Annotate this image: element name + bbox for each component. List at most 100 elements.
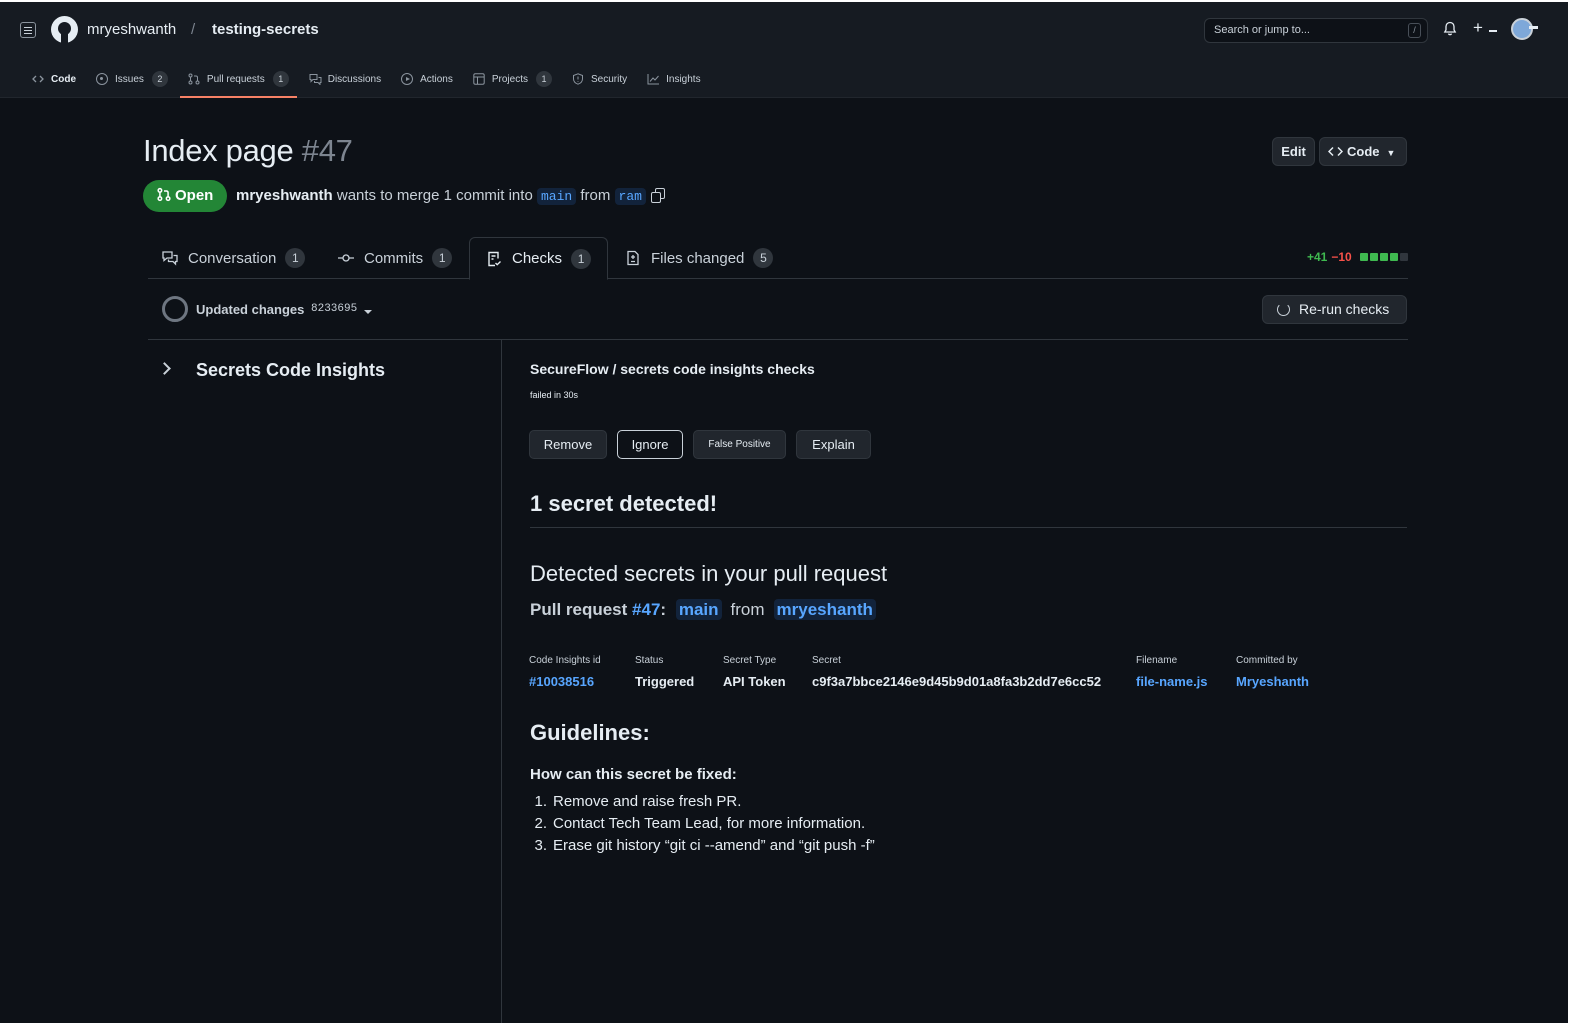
head-branch[interactable]: ram [614, 188, 646, 205]
repo-tab-label: Projects [491, 73, 528, 85]
copy-icon[interactable] [651, 188, 666, 204]
guidelines-list: 1. Remove and raise fresh PR. 2. Contact T… [530, 791, 875, 857]
discussions-icon [309, 73, 322, 86]
repo-tab-pull-requests[interactable]: Pull requests 1 [179, 68, 297, 98]
file-diff-icon [625, 250, 641, 266]
rerun-checks-button[interactable]: Re-run checks [1262, 295, 1407, 324]
breadcrumb-repo[interactable]: testing-secrets [212, 21, 319, 38]
search-shortcut-key: / [1408, 23, 1421, 38]
repo-tab-label: Actions [420, 73, 453, 85]
tab-conversation[interactable]: Conversation 1 [162, 237, 306, 279]
pr-author-link[interactable]: mryeshwanth [236, 187, 333, 204]
column-header: Secret Type [723, 655, 777, 666]
code-button-label: Code [1347, 144, 1380, 159]
tab-label: Checks [512, 250, 563, 267]
pr-number: #47 [301, 133, 353, 168]
list-item: 1. Remove and raise fresh PR. [534, 793, 742, 810]
repo-tab-label: Insights [666, 73, 701, 85]
from-text: from [580, 187, 611, 204]
pull-request-reference: Pull request #47: main from mryeshanth [530, 599, 881, 620]
repo-tab-issues[interactable]: Issues 2 [96, 68, 168, 90]
status-value: Triggered [635, 674, 695, 689]
column-header: Status [635, 655, 664, 666]
diff-block-added [1370, 253, 1378, 261]
remove-button[interactable]: Remove [529, 430, 607, 459]
guideline-text: Remove and raise fresh PR. [553, 793, 742, 810]
diff-block-added [1380, 253, 1388, 261]
menu-icon[interactable] [20, 22, 36, 38]
tab-commits[interactable]: Commits 1 [338, 237, 453, 279]
sync-icon [1277, 303, 1290, 316]
column-header: Secret [812, 655, 841, 666]
explain-button[interactable]: Explain [796, 430, 871, 459]
tab-label: Commits [364, 249, 424, 267]
tab-label: Conversation [188, 249, 277, 267]
repo-tab-actions[interactable]: Actions [401, 68, 453, 90]
search-input[interactable]: Search or jump to... / [1204, 18, 1428, 43]
repo-tab-code[interactable]: Code [32, 68, 76, 90]
code-icon [32, 73, 44, 85]
breadcrumb-owner[interactable]: mryeshwanth [87, 21, 176, 38]
chevron-down-icon: ▼ [1386, 148, 1396, 158]
repo-tab-count: 2 [151, 71, 168, 87]
github-logo-icon[interactable] [51, 16, 78, 43]
insight-id-link[interactable]: #10038516 [529, 674, 594, 689]
column-header: Filename [1136, 655, 1178, 666]
repo-tab-label: Code [51, 73, 76, 85]
pr-base-branch[interactable]: main [675, 599, 722, 620]
code-dropdown-button[interactable]: Code ▼ [1319, 137, 1407, 166]
pr-title-text: Index page [143, 133, 294, 168]
notifications-bell-icon[interactable] [1443, 21, 1457, 36]
divider [148, 339, 1408, 340]
repo-tab-count: 1 [272, 71, 289, 87]
graph-icon [647, 73, 660, 85]
guideline-text: Erase git history “git ci --amend” and “… [553, 837, 875, 854]
repo-tab-label: Issues [115, 73, 144, 85]
repo-tab-projects[interactable]: Projects 1 [473, 68, 552, 90]
committer-link[interactable]: Mryeshanth [1236, 674, 1309, 689]
avatar-caret-icon[interactable] [1529, 26, 1538, 29]
global-header: mryeshwanth / testing-secrets Search or … [0, 2, 1568, 98]
edit-title-button[interactable]: Edit [1272, 137, 1315, 166]
repo-tab-insights[interactable]: Insights [647, 68, 701, 90]
create-new-plus-icon[interactable]: + [1473, 18, 1483, 38]
tab-checks[interactable]: Checks 1 [469, 237, 609, 280]
filename-link[interactable]: file-name.js [1136, 674, 1208, 689]
repo-tab-count: 1 [536, 71, 552, 87]
divider [530, 527, 1407, 528]
secret-type-value: API Token [723, 674, 786, 689]
false-positive-button[interactable]: False Positive [693, 430, 786, 459]
detection-subheadline: Detected secrets in your pull request [530, 561, 888, 586]
projects-table-icon [473, 73, 485, 85]
list-item: 2. Contact Tech Team Lead, for more infor… [534, 815, 866, 832]
check-run-status: failed in 30s [530, 390, 579, 400]
sidebar-check-suite[interactable]: Secrets Code Insights [196, 360, 385, 381]
ignore-button[interactable]: Ignore [617, 430, 683, 459]
repo-tab-security[interactable]: Security [572, 68, 627, 90]
user-avatar[interactable] [1511, 18, 1533, 40]
breadcrumb-separator: / [191, 21, 196, 38]
checklist-icon [486, 251, 502, 267]
tab-count: 1 [432, 248, 453, 268]
git-commit-icon [338, 250, 354, 266]
base-branch[interactable]: main [536, 188, 577, 205]
tab-files-changed[interactable]: Files changed 5 [625, 237, 774, 279]
chevron-down-icon[interactable] [364, 310, 372, 314]
tab-label: Files changed [651, 249, 745, 267]
comment-discussion-icon [162, 250, 178, 266]
commit-sha[interactable]: 8233695 [311, 303, 357, 315]
column-header: Committed by [1236, 655, 1298, 666]
pr-head-branch[interactable]: mryeshanth [773, 599, 876, 620]
diff-block-added [1390, 253, 1398, 261]
pull-request-icon [157, 187, 171, 202]
deletions-count: −10 [1331, 250, 1352, 264]
create-new-caret-icon[interactable] [1489, 30, 1497, 32]
repo-tab-label: Pull requests [206, 73, 265, 85]
pr-link[interactable]: #47 [632, 600, 660, 619]
diff-block-added [1360, 253, 1368, 261]
chevron-right-icon[interactable] [158, 362, 171, 375]
repo-tab-discussions[interactable]: Discussions [309, 68, 381, 90]
merge-text: wants to merge 1 commit into [336, 187, 533, 204]
repo-tab-label: Discussions [327, 73, 382, 85]
rerun-label: Re-run checks [1299, 301, 1390, 317]
